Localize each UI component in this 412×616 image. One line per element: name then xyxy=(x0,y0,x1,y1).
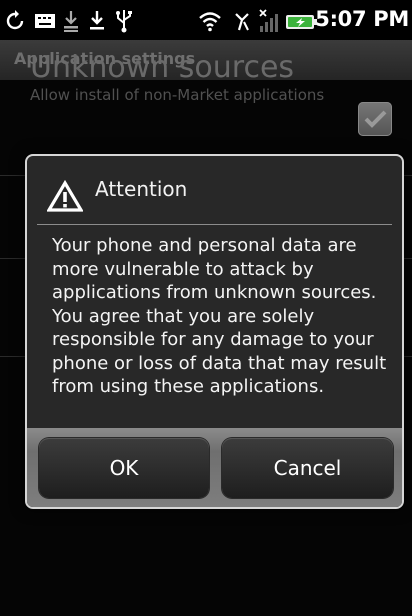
dialog-button-bar: OK Cancel xyxy=(27,428,402,507)
dialog-title: Attention xyxy=(95,177,188,201)
ok-button[interactable]: OK xyxy=(39,438,209,498)
download-icon xyxy=(90,11,104,30)
status-time: 5:07 PM xyxy=(315,7,409,31)
keyboard-icon xyxy=(35,14,55,28)
dialog-header-divider xyxy=(37,224,392,225)
attention-dialog: Attention Your phone and personal data a… xyxy=(25,154,404,509)
cancel-button[interactable]: Cancel xyxy=(222,438,393,498)
signal-icon xyxy=(259,9,278,32)
dialog-message: Your phone and personal data are more vu… xyxy=(52,235,387,397)
checkmark-icon xyxy=(364,110,387,128)
setting-title: Unknown sources xyxy=(30,50,295,85)
usb-icon xyxy=(116,10,132,33)
no-signal-icon xyxy=(235,13,249,31)
battery-charging-icon xyxy=(286,15,317,29)
wifi-icon xyxy=(199,12,221,32)
setting-summary: Allow install of non-Market applications xyxy=(30,86,325,104)
download-done-icon xyxy=(64,11,78,32)
status-bar: 5:07 PM xyxy=(0,0,412,40)
unknown-sources-checkbox[interactable] xyxy=(358,102,392,136)
dialog-header: Attention xyxy=(27,156,402,224)
alert-triangle-icon xyxy=(47,180,83,212)
sync-icon xyxy=(6,10,24,30)
